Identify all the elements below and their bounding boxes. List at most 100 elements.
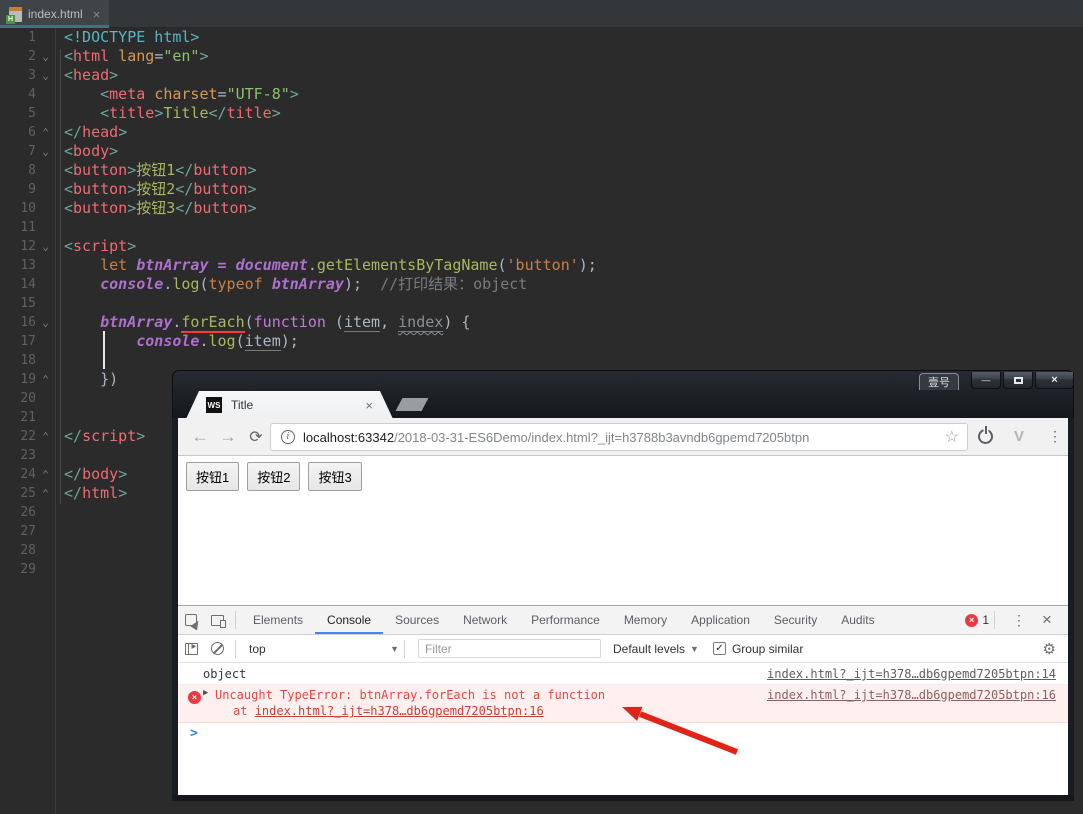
code-line[interactable]: console.log(typeof btnArray); //打印结果：obj… bbox=[64, 275, 1083, 294]
code-line[interactable] bbox=[64, 294, 1083, 313]
console-filter-input[interactable] bbox=[418, 639, 601, 658]
devtools-tab-application[interactable]: Application bbox=[679, 606, 762, 634]
code-line[interactable]: <button>按钮1</button> bbox=[64, 161, 1083, 180]
browser-menu-icon[interactable]: ⋮ bbox=[1048, 418, 1062, 455]
address-bar[interactable]: i localhost:63342 /2018-03-31-ES6Demo/in… bbox=[270, 423, 968, 451]
gutter-line: 15 bbox=[0, 294, 55, 313]
fold-toggle-icon[interactable]: ⌃ bbox=[36, 465, 55, 484]
prompt-chevron-icon: > bbox=[190, 726, 198, 741]
group-similar-checkbox[interactable]: ✓ bbox=[712, 642, 726, 655]
fold-toggle-icon[interactable]: ⌄ bbox=[36, 47, 55, 66]
devtools-tab-elements[interactable]: Elements bbox=[241, 606, 315, 634]
browser-title-bar[interactable]: 壹号 — × WS Title × bbox=[172, 370, 1074, 418]
clear-console-icon[interactable] bbox=[204, 636, 230, 662]
code-line[interactable]: <meta charset="UTF-8"> bbox=[64, 85, 1083, 104]
devtools-tab-memory[interactable]: Memory bbox=[612, 606, 679, 634]
inspect-element-icon[interactable] bbox=[178, 607, 204, 633]
back-icon[interactable]: ← bbox=[188, 418, 212, 455]
devtools-tab-performance[interactable]: Performance bbox=[519, 606, 612, 634]
chevron-down-icon: ▼ bbox=[390, 643, 399, 654]
code-line[interactable]: <title>Title</title> bbox=[64, 104, 1083, 123]
log-text: object bbox=[203, 667, 247, 681]
devtools-tab-audits[interactable]: Audits bbox=[829, 606, 886, 634]
gutter-line: 8 bbox=[0, 161, 55, 180]
code-line[interactable] bbox=[64, 218, 1083, 237]
error-count-badge[interactable]: × 1 bbox=[965, 613, 989, 627]
log-levels-dropdown[interactable]: Default levels ▼ bbox=[613, 642, 699, 656]
line-number: 19 bbox=[20, 372, 36, 387]
line-number: 13 bbox=[20, 258, 36, 273]
code-line[interactable]: <head> bbox=[64, 66, 1083, 85]
devtools-close-icon[interactable]: × bbox=[1034, 607, 1060, 633]
window-maximize-button[interactable] bbox=[1003, 372, 1033, 389]
page-info-icon[interactable]: i bbox=[281, 430, 295, 444]
browser-tab-title: Title bbox=[231, 398, 254, 412]
code-line[interactable]: <button>按钮2</button> bbox=[64, 180, 1083, 199]
devtools-tab-sources[interactable]: Sources bbox=[383, 606, 451, 634]
line-number: 5 bbox=[28, 106, 36, 121]
extension-power-icon[interactable] bbox=[978, 426, 993, 444]
code-line[interactable]: <body> bbox=[64, 142, 1083, 161]
devtools-tab-console[interactable]: Console bbox=[315, 606, 383, 634]
console-prompt[interactable]: > bbox=[178, 723, 1068, 747]
gutter-line: 9 bbox=[0, 180, 55, 199]
fold-toggle-icon[interactable]: ⌄ bbox=[36, 313, 55, 332]
page-button[interactable]: 按钮3 bbox=[308, 462, 362, 491]
browser-tab-close-icon[interactable]: × bbox=[365, 398, 373, 413]
devtools-menu-icon[interactable]: ⋮ bbox=[1006, 607, 1032, 633]
line-number: 22 bbox=[20, 429, 36, 444]
reload-icon[interactable]: ⟳ bbox=[244, 418, 268, 455]
fold-toggle-icon[interactable]: ⌃ bbox=[36, 427, 55, 446]
profile-badge[interactable]: 壹号 bbox=[919, 373, 959, 390]
fold-toggle-icon[interactable]: ⌄ bbox=[36, 142, 55, 161]
divider bbox=[994, 611, 995, 629]
code-line[interactable]: <!DOCTYPE html> bbox=[64, 28, 1083, 47]
console-settings-gear-icon[interactable]: ⚙ bbox=[1043, 640, 1056, 658]
source-link[interactable]: index.html?_ijt=h378…db6gpemd7205btpn:16 bbox=[767, 688, 1056, 702]
context-label: top bbox=[249, 641, 266, 656]
ide-tab-index-html[interactable]: H index.html × bbox=[0, 0, 110, 28]
line-number: 4 bbox=[28, 87, 36, 102]
devtools-tab-security[interactable]: Security bbox=[762, 606, 829, 634]
expand-triangle-icon[interactable]: ▶ bbox=[203, 688, 208, 698]
fold-toggle-icon[interactable]: ⌃ bbox=[36, 484, 55, 503]
console-sidebar-icon[interactable] bbox=[178, 636, 204, 662]
context-dropdown[interactable]: top ▼ bbox=[249, 642, 399, 656]
code-line[interactable]: console.log(item); bbox=[64, 332, 1083, 351]
forward-icon[interactable]: → bbox=[216, 418, 240, 455]
page-button[interactable]: 按钮2 bbox=[247, 462, 301, 491]
gutter-line: 20 bbox=[0, 389, 55, 408]
window-minimize-button[interactable]: — bbox=[971, 372, 1001, 389]
code-line[interactable]: <script> bbox=[64, 237, 1083, 256]
stack-source-link[interactable]: index.html?_ijt=h378…db6gpemd7205btpn:16 bbox=[255, 704, 544, 718]
code-line[interactable]: <button>按钮3</button> bbox=[64, 199, 1083, 218]
line-number: 27 bbox=[20, 524, 36, 539]
page-button[interactable]: 按钮1 bbox=[186, 462, 240, 491]
code-line[interactable]: btnArray.forEach(function (item, index) … bbox=[64, 313, 1083, 333]
line-number: 29 bbox=[20, 562, 36, 577]
source-link[interactable]: index.html?_ijt=h378…db6gpemd7205btpn:14 bbox=[767, 663, 1056, 685]
code-line[interactable]: let btnArray = document.getElementsByTag… bbox=[64, 256, 1083, 275]
gutter-line: 26 bbox=[0, 503, 55, 522]
editor-gutter: 1 2 ⌄ 3 ⌄ 4 5 6 ⌃ 7 ⌄ 8 9 10 11 12 ⌄ 13 14 15 16 ⌄ 17 18 19 ⌃ 20 21… bbox=[0, 28, 56, 814]
divider bbox=[235, 611, 236, 629]
extension-v-icon[interactable]: V bbox=[1014, 418, 1024, 455]
code-line[interactable]: <html lang="en"> bbox=[64, 47, 1083, 66]
fold-toggle-icon[interactable]: ⌄ bbox=[36, 237, 55, 256]
devtools-tab-network[interactable]: Network bbox=[451, 606, 519, 634]
device-toolbar-icon[interactable] bbox=[204, 607, 230, 633]
gutter-line: 19 ⌃ bbox=[0, 370, 55, 389]
fold-toggle-icon[interactable]: ⌄ bbox=[36, 66, 55, 85]
line-number: 10 bbox=[20, 201, 36, 216]
fold-toggle-icon[interactable]: ⌃ bbox=[36, 370, 55, 389]
line-number: 9 bbox=[28, 182, 36, 197]
code-line[interactable]: </head> bbox=[64, 123, 1083, 142]
bookmark-star-icon[interactable]: ☆ bbox=[945, 427, 959, 447]
tab-close-icon[interactable]: × bbox=[93, 7, 101, 22]
new-tab-button[interactable] bbox=[395, 398, 429, 411]
fold-toggle-icon[interactable]: ⌃ bbox=[36, 123, 55, 142]
window-frame-right bbox=[1068, 418, 1074, 801]
window-close-button[interactable]: × bbox=[1035, 372, 1074, 389]
code-line[interactable] bbox=[64, 351, 1083, 370]
browser-tab[interactable]: WS Title × bbox=[186, 391, 393, 419]
